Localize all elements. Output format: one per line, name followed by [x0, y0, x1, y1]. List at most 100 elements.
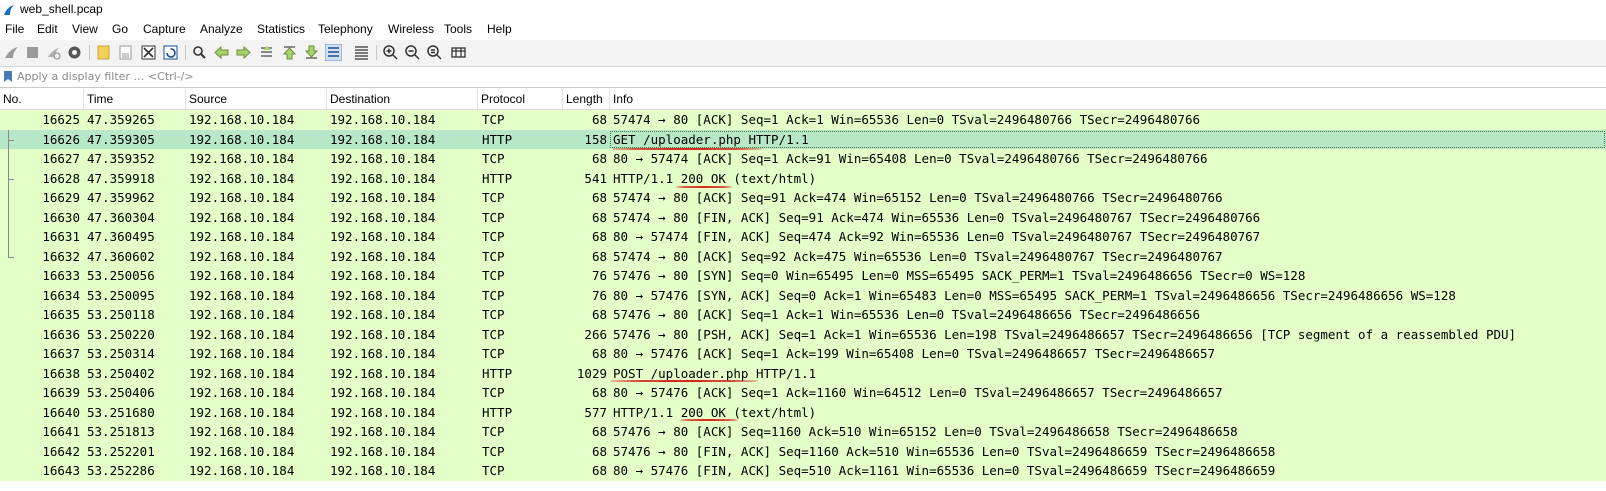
packet-protocol: TCP: [482, 229, 505, 244]
packet-time: 53.252201: [87, 443, 155, 459]
window-title: web_shell.pcap: [20, 2, 103, 16]
menu-go[interactable]: Go: [112, 19, 128, 40]
packet-destination: 192.168.10.184: [330, 424, 436, 439]
packet-source: 192.168.10.184: [189, 385, 295, 400]
packet-row[interactable]: 16636 53.250220 192.168.10.184 192.168.10.1…: [0, 324, 1606, 345]
packet-source: 192.168.10.184: [189, 151, 295, 166]
colorize-icon[interactable]: [353, 44, 370, 61]
packet-row[interactable]: 16638 53.250402 192.168.10.184 192.168.10.1…: [0, 363, 1606, 384]
stop-capture-icon[interactable]: [24, 44, 41, 61]
packet-row[interactable]: 16639 53.250406 192.168.10.184 192.168.10.1…: [0, 383, 1606, 403]
packet-time: 47.359305: [87, 131, 155, 147]
go-to-packet-icon[interactable]: [258, 44, 275, 61]
packet-destination: 192.168.10.184: [330, 326, 436, 342]
save-file-icon[interactable]: [117, 44, 134, 61]
packet-info: 57474 → 80 [ACK] Seq=91 Ack=474 Win=6515…: [613, 190, 1223, 205]
packet-row[interactable]: 16629 47.359962 192.168.10.184 192.168.10.1…: [0, 188, 1606, 208]
packet-destination: 192.168.10.184: [330, 443, 436, 459]
zoom-in-icon[interactable]: [382, 44, 399, 61]
auto-scroll-icon[interactable]: [325, 44, 342, 61]
packet-protocol: TCP: [482, 151, 505, 166]
packet-row[interactable]: 16630 47.360304 192.168.10.184 192.168.10.1…: [0, 207, 1606, 227]
column-header-protocol[interactable]: Protocol: [478, 89, 563, 109]
packet-protocol: TCP: [482, 112, 505, 127]
packet-destination: 192.168.10.184: [330, 248, 436, 264]
reload-file-icon[interactable]: [162, 44, 179, 61]
packet-length: 266: [584, 326, 607, 342]
menu-edit[interactable]: Edit: [37, 19, 58, 40]
related-packet-marker: [0, 325, 14, 345]
packet-length: 68: [591, 424, 607, 439]
menu-file[interactable]: File: [5, 19, 24, 40]
packet-protocol: TCP: [482, 424, 505, 439]
related-packet-marker: [0, 461, 14, 481]
display-filter-input[interactable]: [17, 68, 1597, 85]
resize-columns-icon[interactable]: [450, 44, 467, 61]
packet-row[interactable]: 16634 53.250095 192.168.10.184 192.168.10.1…: [0, 285, 1606, 305]
packet-row[interactable]: 16627 47.359352 192.168.10.184 192.168.10.1…: [0, 149, 1606, 169]
packet-protocol: TCP: [482, 463, 505, 478]
packet-row[interactable]: 16641 53.251813 192.168.10.184 192.168.10.1…: [0, 422, 1606, 442]
column-header-info[interactable]: Info: [610, 89, 1606, 109]
menu-help[interactable]: Help: [487, 19, 512, 40]
annotation-underline: [676, 186, 732, 188]
menu-tools[interactable]: Tools: [444, 19, 472, 40]
packet-row[interactable]: 16637 53.250314 192.168.10.184 192.168.10.1…: [0, 344, 1606, 364]
menu-analyze[interactable]: Analyze: [200, 19, 243, 40]
packet-info: 57474 → 80 [ACK] Seq=1 Ack=1 Win=65536 L…: [613, 112, 1200, 127]
go-back-icon[interactable]: [213, 44, 230, 61]
menu-wireless[interactable]: Wireless: [388, 19, 434, 40]
packet-row[interactable]: 16632 47.360602 192.168.10.184 192.168.10.1…: [0, 246, 1606, 266]
bookmark-icon[interactable]: [3, 70, 13, 83]
packet-no: 16628: [42, 170, 80, 186]
related-packet-marker: [0, 364, 14, 384]
packet-row[interactable]: 16642 53.252201 192.168.10.184 192.168.10.1…: [0, 441, 1606, 461]
related-packet-marker: [0, 168, 14, 188]
column-header-time[interactable]: Time: [84, 89, 186, 109]
packet-row[interactable]: 16628 47.359918 192.168.10.184 192.168.10.1…: [0, 168, 1606, 188]
related-packet-marker: [0, 227, 14, 247]
packet-length: 68: [591, 346, 607, 361]
open-file-icon[interactable]: [95, 44, 112, 61]
packet-time: 47.359352: [87, 151, 155, 166]
packet-source: 192.168.10.184: [189, 248, 295, 264]
capture-options-icon[interactable]: [66, 44, 83, 61]
packet-list-header: No. Time Source Destination Protocol Len…: [0, 89, 1606, 110]
packet-protocol: TCP: [482, 248, 505, 264]
packet-row[interactable]: 16625 47.359265 192.168.10.184 192.168.10.1…: [0, 110, 1606, 130]
go-forward-icon[interactable]: [235, 44, 252, 61]
column-header-length[interactable]: Length: [563, 89, 610, 109]
start-capture-icon[interactable]: [3, 44, 20, 61]
related-packet-marker: [0, 149, 14, 169]
packet-destination: 192.168.10.184: [330, 346, 436, 361]
close-file-icon[interactable]: [140, 44, 157, 61]
packet-row[interactable]: 16633 53.250056 192.168.10.184 192.168.10.1…: [0, 266, 1606, 286]
packet-time: 47.359918: [87, 170, 155, 186]
menu-telephony[interactable]: Telephony: [318, 19, 373, 40]
related-packet-marker: [0, 403, 14, 423]
column-header-destination[interactable]: Destination: [327, 89, 478, 109]
menu-statistics[interactable]: Statistics: [257, 19, 305, 40]
menu-view[interactable]: View: [72, 19, 98, 40]
column-header-source[interactable]: Source: [186, 89, 327, 109]
packet-source: 192.168.10.184: [189, 463, 295, 478]
find-packet-icon[interactable]: [191, 44, 208, 61]
packet-row[interactable]: 16631 47.360495 192.168.10.184 192.168.10.1…: [0, 227, 1606, 247]
zoom-out-icon[interactable]: [404, 44, 421, 61]
restart-capture-icon[interactable]: [45, 44, 62, 61]
menu-capture[interactable]: Capture: [143, 19, 186, 40]
related-packet-marker: [0, 266, 14, 286]
packet-no: 16634: [42, 287, 80, 303]
packet-time: 53.252286: [87, 463, 155, 478]
last-packet-icon[interactable]: [303, 44, 320, 61]
normal-size-icon[interactable]: [426, 44, 443, 61]
column-header-no[interactable]: No.: [0, 89, 84, 109]
packet-row[interactable]: 16640 53.251680 192.168.10.184 192.168.10.1…: [0, 402, 1606, 423]
first-packet-icon[interactable]: [281, 44, 298, 61]
packet-row[interactable]: 16635 53.250118 192.168.10.184 192.168.10.1…: [0, 305, 1606, 325]
packet-row[interactable]: 16626 47.359305 192.168.10.184 192.168.10.1…: [0, 129, 1606, 149]
packet-length: 68: [591, 209, 607, 225]
related-packet-marker: [0, 383, 14, 403]
packet-source: 192.168.10.184: [189, 404, 295, 420]
packet-row[interactable]: 16643 53.252286 192.168.10.184 192.168.10.1…: [0, 461, 1606, 481]
